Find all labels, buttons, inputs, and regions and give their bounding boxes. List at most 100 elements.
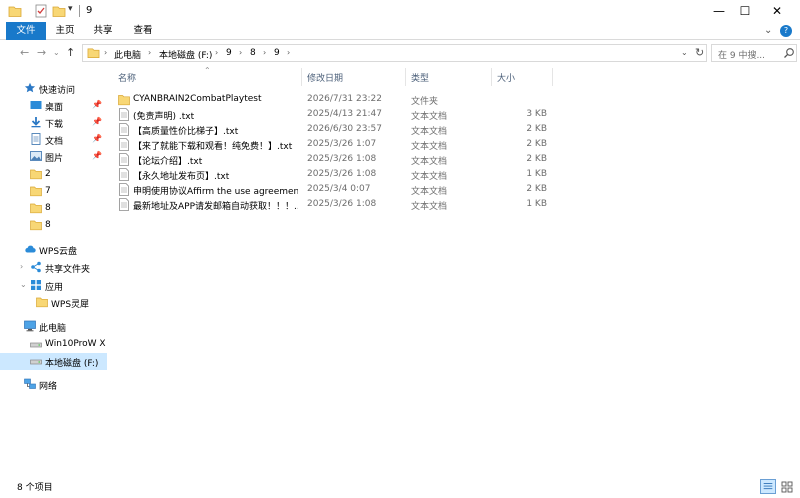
- desktop-icon: [30, 101, 42, 109]
- recent-locations-icon[interactable]: ⌄: [53, 48, 60, 57]
- nav-wps-lingxi[interactable]: WPS灵犀: [0, 294, 107, 311]
- tab-share[interactable]: 共享: [88, 22, 118, 40]
- breadcrumb-separator[interactable]: ›: [287, 48, 290, 57]
- file-row[interactable]: 【来了就能下载和观看！纯免费！】.txt 2025/3/26 1:07 文本文档…: [112, 137, 562, 152]
- file-size: 1 KB: [526, 199, 547, 209]
- ribbon-tabs: 文件 主页 共享 查看 ⌄ ?: [0, 22, 800, 40]
- tab-file[interactable]: 文件: [6, 22, 46, 40]
- up-arrow-icon[interactable]: ↑: [66, 46, 75, 59]
- nav-item-downloads[interactable]: 下载 📌: [0, 114, 107, 131]
- nav-label: 8: [45, 203, 51, 213]
- back-arrow-icon[interactable]: ←: [20, 46, 29, 59]
- nav-label: 桌面: [45, 103, 64, 113]
- nav-item-folder-8b[interactable]: 8: [0, 217, 107, 234]
- nav-quick-access[interactable]: 快速访问: [0, 80, 107, 97]
- file-date: 2025/3/26 1:08: [307, 199, 377, 209]
- breadcrumb-separator[interactable]: ›: [215, 48, 218, 57]
- breadcrumb-separator[interactable]: ›: [104, 48, 107, 57]
- file-size: 2 KB: [526, 154, 547, 164]
- nav-label: Win10ProW X: [45, 339, 106, 349]
- breadcrumb-separator[interactable]: ›: [239, 48, 242, 57]
- column-divider[interactable]: [552, 68, 553, 86]
- navigation-pane: 快速访问 桌面 📌 下载 📌 文档 📌 图片 📌 2 7 8 8 WPS云盘 ›…: [0, 66, 107, 476]
- refresh-icon[interactable]: ↻: [695, 46, 704, 59]
- column-divider[interactable]: [405, 68, 406, 86]
- nav-label: 8: [45, 220, 51, 230]
- nav-item-documents[interactable]: 文档 📌: [0, 131, 107, 148]
- nav-item-folder-8[interactable]: 8: [0, 200, 107, 217]
- file-row[interactable]: 申明使用协议Affirm the use agreemen... 2025/3/…: [112, 182, 562, 197]
- file-date: 2025/3/4 0:07: [307, 184, 371, 194]
- customize-toolbar-icon[interactable]: ▾: [68, 4, 73, 14]
- nav-item-pictures[interactable]: 图片 📌: [0, 148, 107, 165]
- search-box[interactable]: 在 9 中搜...: [711, 44, 797, 62]
- file-date: 2026/6/30 23:57: [307, 124, 382, 134]
- search-input[interactable]: 在 9 中搜...: [718, 48, 765, 61]
- file-name: CYANBRAIN2CombatPlaytest: [133, 94, 262, 104]
- text-file-icon: [119, 153, 129, 166]
- file-name: 【永久地址发布页】.txt: [133, 172, 230, 182]
- address-bar[interactable]: › 此电脑 › 本地磁盘 (F:) › 9 › 8 › 9 › ⌄ ↻: [82, 44, 707, 62]
- folder-icon: [30, 186, 42, 197]
- new-folder-icon[interactable]: [52, 4, 66, 18]
- nav-drive-win10[interactable]: Win10ProW X: [0, 336, 107, 353]
- nav-item-desktop[interactable]: 桌面 📌: [0, 97, 107, 114]
- search-icon[interactable]: [783, 47, 795, 59]
- file-row[interactable]: 最新地址及APP请发邮箱自动获取！！！.... 2025/3/26 1:08 文…: [112, 197, 562, 212]
- breadcrumb-this-pc[interactable]: 此电脑: [114, 48, 141, 61]
- breadcrumb-folder-9[interactable]: 9: [226, 48, 232, 58]
- forward-arrow-icon[interactable]: →: [37, 46, 46, 59]
- details-view-icon[interactable]: [760, 479, 776, 494]
- tab-home[interactable]: 主页: [50, 22, 80, 40]
- nav-network[interactable]: 网络: [0, 376, 107, 393]
- file-row[interactable]: (免责声明) .txt 2025/4/13 21:47 文本文档 3 KB: [112, 107, 562, 122]
- nav-label: 文档: [45, 137, 64, 147]
- close-button[interactable]: ✕: [754, 0, 800, 22]
- breadcrumb-folder-8[interactable]: 8: [250, 48, 256, 58]
- nav-shared-folder[interactable]: › 共享文件夹: [0, 259, 107, 276]
- file-type: 文本文档: [411, 202, 448, 212]
- nav-label: 本地磁盘 (F:): [45, 359, 99, 369]
- file-row[interactable]: 【高质量性价比梯子】.txt 2026/6/30 23:57 文本文档 2 KB: [112, 122, 562, 137]
- column-header-name[interactable]: 名称: [118, 71, 136, 84]
- pin-icon[interactable]: 📌: [92, 117, 102, 126]
- pin-icon[interactable]: 📌: [92, 134, 102, 143]
- sort-ascending-icon: ⌃: [204, 66, 211, 75]
- file-size: 2 KB: [526, 139, 547, 149]
- nav-drive-f[interactable]: 本地磁盘 (F:): [0, 353, 107, 370]
- file-row[interactable]: CYANBRAIN2CombatPlaytest 2026/7/31 23:22…: [112, 92, 562, 107]
- nav-item-folder-2[interactable]: 2: [0, 166, 107, 183]
- nav-this-pc[interactable]: 此电脑: [0, 318, 107, 335]
- column-header-type[interactable]: 类型: [411, 71, 429, 84]
- file-size: 2 KB: [526, 124, 547, 134]
- address-dropdown-icon[interactable]: ⌄: [681, 48, 688, 57]
- column-header-size[interactable]: 大小: [497, 71, 515, 84]
- file-date: 2025/3/26 1:08: [307, 169, 377, 179]
- expand-ribbon-icon[interactable]: ⌄: [764, 25, 772, 36]
- nav-item-folder-7[interactable]: 7: [0, 183, 107, 200]
- expand-arrow-icon[interactable]: ›: [20, 262, 23, 271]
- breadcrumb-separator[interactable]: ›: [263, 48, 266, 57]
- apps-icon: [31, 280, 41, 290]
- expand-arrow-icon[interactable]: ⌄: [20, 280, 27, 289]
- breadcrumb-folder-9-current[interactable]: 9: [274, 48, 280, 58]
- pin-icon[interactable]: 📌: [92, 100, 102, 109]
- column-header-date[interactable]: 修改日期: [307, 71, 343, 84]
- file-type: 文件夹: [411, 97, 439, 107]
- file-row[interactable]: 【永久地址发布页】.txt 2025/3/26 1:08 文本文档 1 KB: [112, 167, 562, 182]
- properties-icon[interactable]: [34, 4, 48, 18]
- item-count: 8 个项目: [17, 483, 53, 493]
- file-row[interactable]: 【论坛介绍】.txt 2025/3/26 1:08 文本文档 2 KB: [112, 152, 562, 167]
- breadcrumb-separator[interactable]: ›: [148, 48, 151, 57]
- nav-apps[interactable]: ⌄ 应用: [0, 277, 107, 294]
- folder-icon[interactable]: [8, 4, 22, 18]
- pin-icon[interactable]: 📌: [92, 151, 102, 160]
- breadcrumb-drive-f[interactable]: 本地磁盘 (F:): [159, 48, 212, 61]
- nav-wps-cloud[interactable]: WPS云盘: [0, 241, 107, 258]
- tab-view[interactable]: 查看: [126, 22, 160, 40]
- nav-label: 此电脑: [39, 324, 67, 334]
- column-divider[interactable]: [301, 68, 302, 86]
- help-icon[interactable]: ?: [780, 25, 792, 37]
- large-icons-view-icon[interactable]: [779, 479, 795, 494]
- column-divider[interactable]: [491, 68, 492, 86]
